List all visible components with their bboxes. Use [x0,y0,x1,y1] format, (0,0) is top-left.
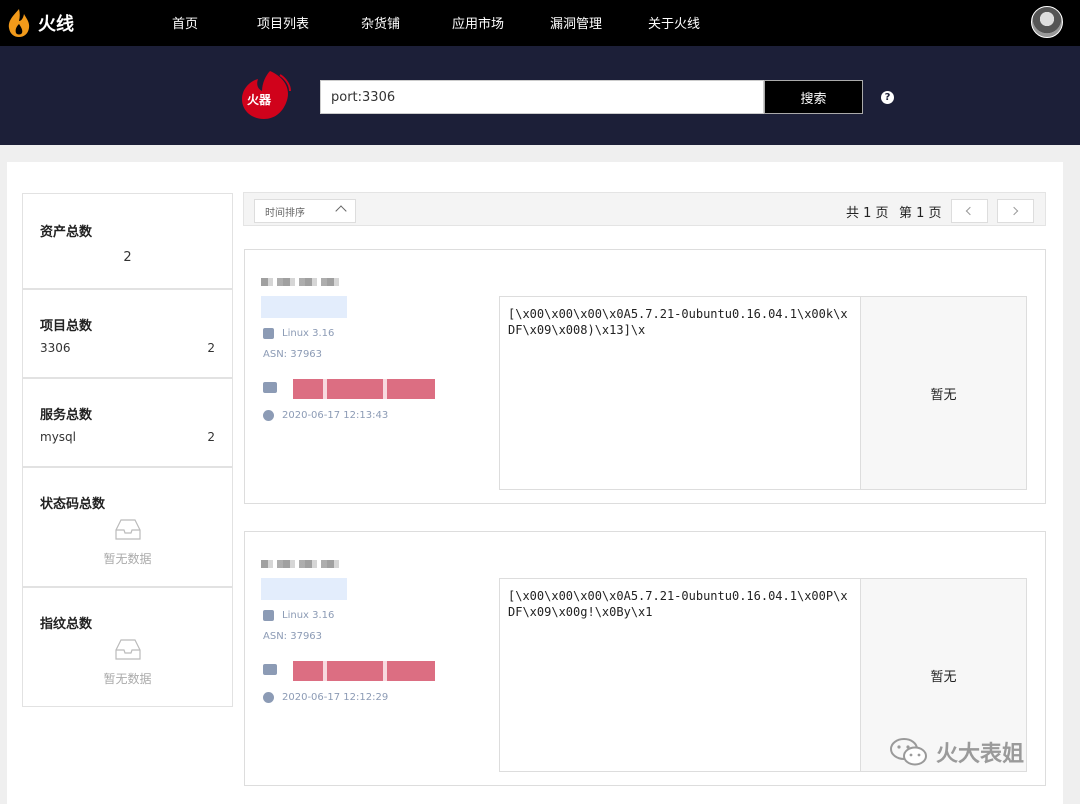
current-page: 第 1 页 [899,206,942,221]
redacted-project[interactable] [293,379,435,399]
result-card: Linux 3.16 ASN: 37963 2020-06-17 12:13:4… [244,249,1046,504]
project-info [263,382,285,393]
empty-text: 暂无数据 [103,552,152,566]
results-toolbar: 时间排序 共 1 页 第 1 页 [243,192,1046,226]
search-band: 火器 搜索 ? [0,46,1080,145]
os-text: Linux 3.16 [282,328,335,339]
redacted-tag [261,578,347,600]
nav-item-home[interactable]: 首页 [172,13,198,32]
banner-text: [\x00\x00\x00\x0A5.7.21-0ubuntu0.16.04.1… [499,296,861,490]
cube-icon [263,328,274,339]
stat-project-total: 项目总数 3306 2 [22,289,233,378]
stat-fingerprint-total: 指纹总数 暂无数据 [22,587,233,707]
redacted-ip [261,278,341,286]
stat-service-total: 服务总数 mysql 2 [22,378,233,467]
stat-title: 项目总数 [40,319,93,334]
asn-text: ASN: 37963 [263,349,323,360]
nav-item-grocery[interactable]: 杂货铺 [361,13,400,32]
stat-title: 状态码总数 [40,497,106,512]
stat-title: 资产总数 [40,225,93,240]
top-navbar: 火线 首页 项目列表 杂货铺 应用市场 漏洞管理 关于火线 [0,0,1080,46]
brand-logo[interactable]: 火线 [6,6,74,40]
project-info [263,664,285,675]
brand-name: 火线 [38,14,74,35]
watermark-text: 火大表姐 [936,742,1025,767]
stat-asset-total: 资产总数 2 [22,193,233,289]
redacted-ip [261,560,341,568]
folder-icon [263,382,277,393]
stat-status-code-total: 状态码总数 暂无数据 [22,467,233,587]
inbox-icon [115,519,141,540]
asn-text: ASN: 37963 [263,631,323,642]
sort-label: 时间排序 [265,207,305,219]
chevron-up-icon [335,205,347,217]
help-icon[interactable]: ? [881,91,894,104]
wechat-watermark: 火大表姐 [890,736,1024,768]
nav-item-project-list[interactable]: 项目列表 [257,13,309,32]
stat-row-count: 2 [207,430,215,444]
main-content: 资产总数 2 项目总数 3306 2 服务总数 mysql 2 状态码总数 暂无… [7,162,1063,804]
huoqi-logo-text: 火器 [247,93,272,107]
stat-value: 2 [123,250,132,265]
banner-text: [\x00\x00\x00\x0A5.7.21-0ubuntu0.16.04.1… [499,578,861,772]
inbox-icon [115,639,141,660]
asn-info: ASN: 37963 [263,631,322,642]
chevron-right-icon [1009,206,1019,216]
search-input[interactable] [320,80,764,114]
time-text: 2020-06-17 12:13:43 [282,410,389,421]
time-info: 2020-06-17 12:12:29 [263,692,388,703]
stat-title: 服务总数 [40,408,93,423]
os-info: Linux 3.16 [263,610,334,621]
chevron-left-icon [965,206,975,216]
clock-icon [263,692,274,703]
sort-dropdown[interactable]: 时间排序 [254,199,356,223]
prev-page-button[interactable] [951,199,988,223]
redacted-tag [261,296,347,318]
search-button[interactable]: 搜索 [764,80,863,114]
total-pages: 共 1 页 [846,206,889,221]
stat-row-count: 2 [207,341,215,355]
user-avatar[interactable] [1031,6,1063,38]
stat-row-label[interactable]: 3306 [40,341,71,355]
os-text: Linux 3.16 [282,610,335,621]
stat-title: 指纹总数 [40,617,93,632]
redacted-project[interactable] [293,661,435,681]
asn-info: ASN: 37963 [263,349,322,360]
empty-text: 暂无数据 [103,672,152,686]
nav-item-vuln-management[interactable]: 漏洞管理 [550,13,602,32]
stat-row-label[interactable]: mysql [40,430,76,444]
cube-icon [263,610,274,621]
os-info: Linux 3.16 [263,328,334,339]
time-text: 2020-06-17 12:12:29 [282,692,389,703]
cert-text: 暂无 [930,669,957,685]
cert-panel: 暂无 [860,296,1027,490]
folder-icon [263,664,277,675]
clock-icon [263,410,274,421]
wechat-icon [890,738,927,766]
next-page-button[interactable] [997,199,1034,223]
flame-logo-icon [8,9,30,37]
cert-text: 暂无 [930,387,957,403]
nav-item-app-market[interactable]: 应用市场 [452,13,504,32]
nav-item-about[interactable]: 关于火线 [648,13,700,32]
time-info: 2020-06-17 12:13:43 [263,410,388,421]
